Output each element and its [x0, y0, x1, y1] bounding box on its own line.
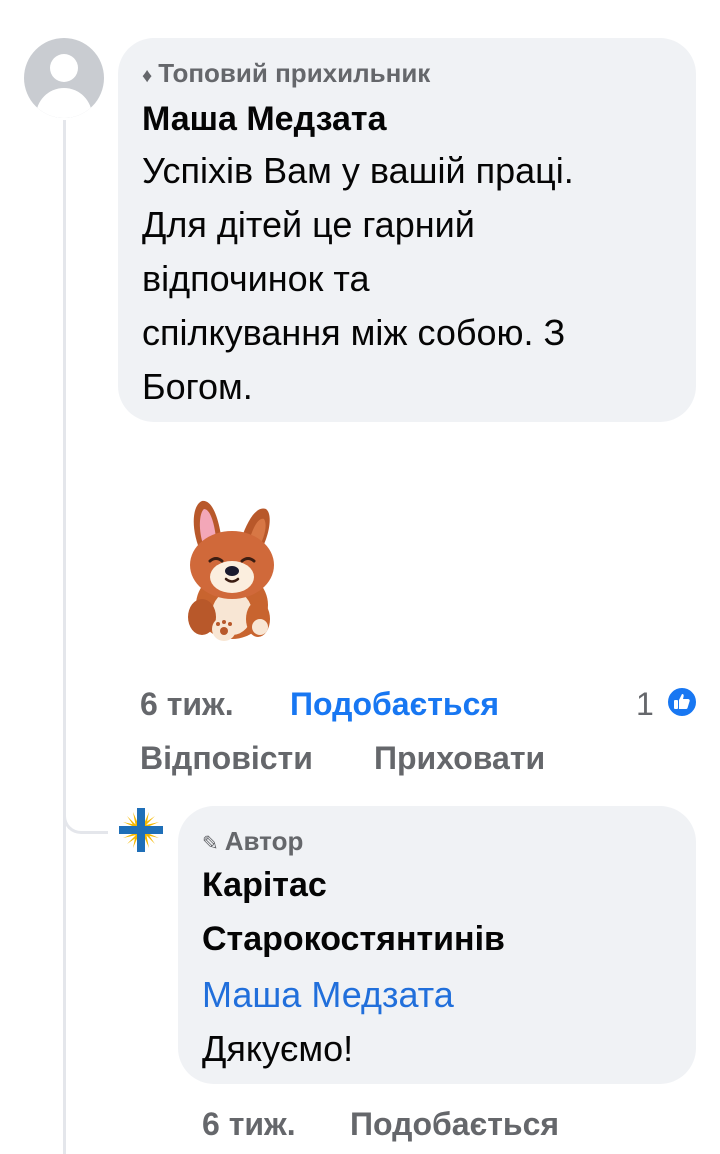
- comment-text-line: Богом.: [142, 366, 253, 407]
- comment-bubble: ♦ Топовий прихильник Маша Медзата Успіхів…: [118, 38, 696, 422]
- reply-timestamp[interactable]: 6 тиж.: [202, 1104, 296, 1144]
- avatar[interactable]: [24, 38, 104, 118]
- diamond-icon: ♦: [142, 65, 153, 87]
- comment-text-line: спілкування між собою. З: [142, 312, 566, 353]
- caritas-logo-avatar[interactable]: [117, 806, 165, 854]
- comment-timestamp[interactable]: 6 тиж.: [140, 684, 234, 724]
- avatar-head: [50, 54, 78, 82]
- comment-text-line: відпочинок та: [142, 258, 370, 299]
- reply-text: Маша Медзата Дякуємо!: [202, 968, 454, 1076]
- avatar-shoulders: [36, 88, 92, 118]
- reply-author-line: Карітас: [202, 866, 327, 904]
- thread-line: [63, 120, 66, 1154]
- pencil-icon: ✎: [202, 833, 219, 855]
- reply-author[interactable]: Карітас Старокостянтинів: [202, 858, 505, 966]
- comment-text-line: Для дітей це гарний: [142, 204, 475, 245]
- top-fan-badge: ♦ Топовий прихильник: [142, 58, 430, 89]
- reply-thread-connector: [63, 790, 108, 834]
- reply-bubble: ✎ Автор Карітас Старокостянтинів Маша Мед…: [178, 806, 696, 1084]
- mention-link[interactable]: Маша Медзата: [202, 968, 454, 1022]
- comment-text: Успіхів Вам у вашій праці. Для дітей це …: [142, 144, 574, 414]
- like-button[interactable]: Подобається: [290, 684, 499, 724]
- reply-author-line: Старокостянтинів: [202, 920, 505, 958]
- author-badge: ✎ Автор: [202, 826, 303, 857]
- author-badge-label: Автор: [224, 826, 304, 856]
- reply-text-line: Дякуємо!: [202, 1028, 354, 1069]
- reply-like-button[interactable]: Подобається: [350, 1104, 559, 1144]
- reply-button[interactable]: Відповісти: [140, 738, 313, 778]
- hide-button[interactable]: Приховати: [374, 738, 545, 778]
- comment-text-line: Успіхів Вам у вашій праці.: [142, 150, 574, 191]
- puppy-sticker: [188, 500, 274, 641]
- like-thumb-icon[interactable]: [666, 686, 698, 718]
- reaction-count[interactable]: 1: [636, 684, 654, 724]
- top-fan-badge-label: Топовий прихильник: [158, 58, 431, 88]
- comment-author[interactable]: Маша Медзата: [142, 92, 387, 146]
